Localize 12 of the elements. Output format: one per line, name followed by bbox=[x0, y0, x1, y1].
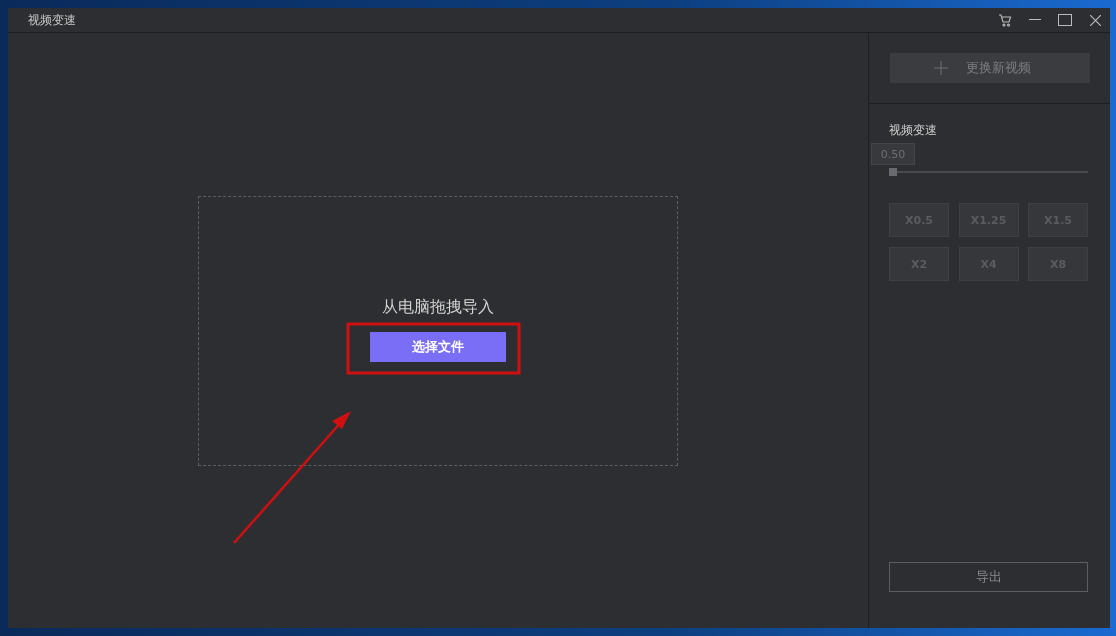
plus-icon bbox=[934, 61, 948, 75]
drop-prompt: 从电脑拖拽导入 bbox=[382, 297, 494, 318]
export-button[interactable]: 导出 bbox=[889, 562, 1088, 592]
maximize-icon bbox=[1058, 14, 1072, 26]
drop-zone[interactable]: 从电脑拖拽导入 选择文件 bbox=[198, 195, 678, 466]
window-title: 视频变速 bbox=[28, 11, 77, 29]
speed-label: 视频变速 bbox=[889, 122, 938, 139]
replace-video-button[interactable]: 更换新视频 bbox=[889, 53, 1090, 83]
slider-thumb[interactable] bbox=[889, 168, 897, 176]
minimize-icon bbox=[1029, 19, 1041, 21]
choose-file-button[interactable]: 选择文件 bbox=[370, 332, 506, 362]
close-icon bbox=[1089, 14, 1101, 26]
